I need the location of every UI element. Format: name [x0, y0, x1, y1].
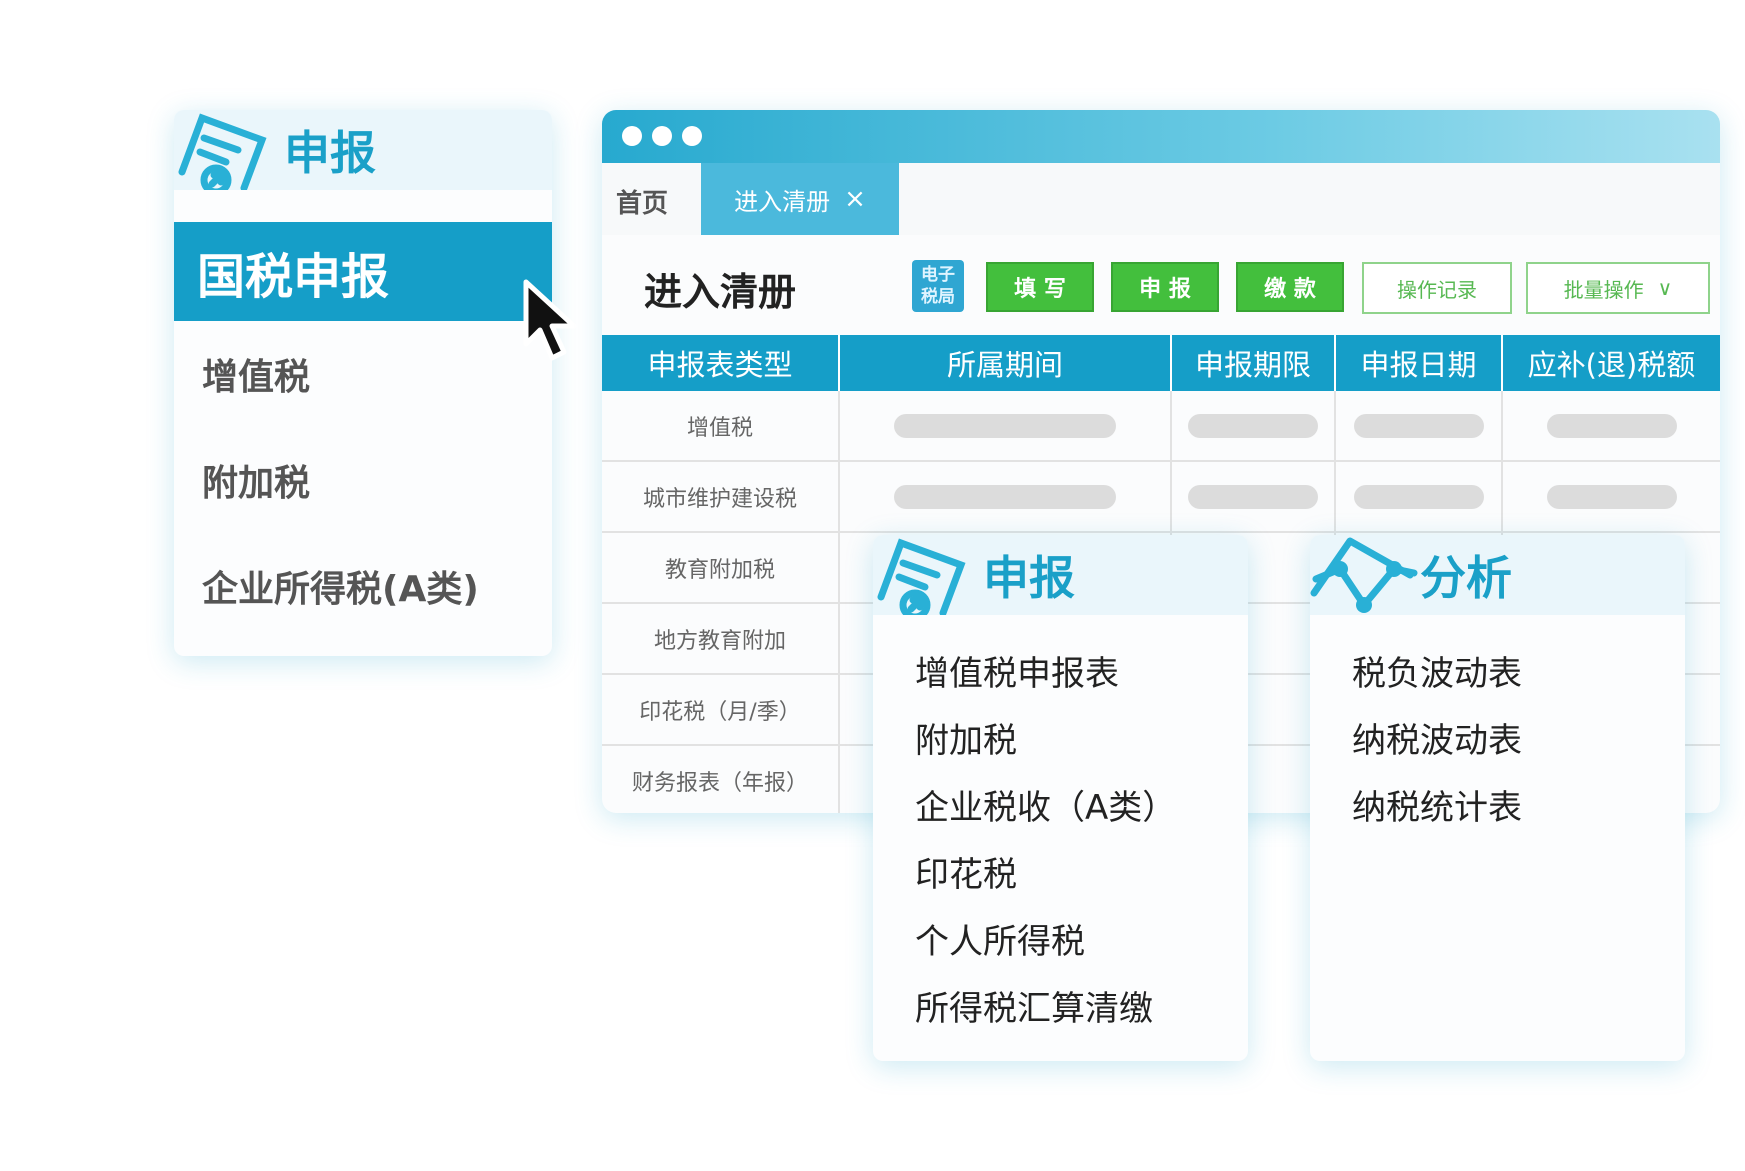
- pay-button[interactable]: 缴 款: [1236, 262, 1344, 312]
- dropdown-item-tax-payment-fluctuation[interactable]: 纳税波动表: [1352, 704, 1685, 771]
- placeholder-cell: [839, 391, 1172, 462]
- analysis-dropdown-list: 税负波动表 纳税波动表 纳税统计表: [1310, 615, 1685, 838]
- placeholder-cell: [1335, 461, 1503, 533]
- window-titlebar: [602, 110, 1720, 163]
- batch-operation-dropdown[interactable]: 批量操作 ∨: [1526, 262, 1710, 314]
- batch-operation-label: 批量操作: [1563, 277, 1644, 302]
- declare-document-icon: [877, 538, 966, 615]
- analysis-chart-icon: [1310, 537, 1418, 613]
- table-row[interactable]: 城市维护建设税: [602, 461, 1720, 533]
- loading-placeholder: [1353, 414, 1484, 438]
- tab-bar: 首页 进入清册 ×: [602, 163, 1720, 235]
- tab-label: 进入清册: [734, 187, 831, 216]
- menu-item-surcharge[interactable]: 附加税: [174, 427, 552, 533]
- declare-dropdown-title: 申报: [983, 551, 1075, 605]
- left-menu-title: 申报: [284, 126, 376, 180]
- loading-placeholder: [1353, 485, 1484, 509]
- table-header-row: 申报表类型 所属期间 申报期限 申报日期 应补(退)税额: [602, 335, 1720, 391]
- loading-placeholder: [1546, 485, 1677, 509]
- column-header: 申报日期: [1335, 335, 1503, 391]
- placeholder-cell: [839, 461, 1172, 533]
- left-menu-card: 申报 国税申报 增值税 附加税 企业所得税(A类): [174, 110, 552, 656]
- analysis-dropdown-header: 分析: [1310, 535, 1685, 615]
- e-tax-bureau-button[interactable]: 电子 税局: [912, 260, 964, 312]
- dropdown-item-tax-statistics[interactable]: 纳税统计表: [1352, 771, 1685, 838]
- menu-item-corporate-income-tax[interactable]: 企业所得税(A类): [174, 533, 552, 639]
- e-tax-label-line1: 电子: [921, 265, 955, 285]
- tab-home[interactable]: 首页: [616, 183, 668, 220]
- column-header: 应补(退)税额: [1502, 335, 1720, 391]
- chevron-down-icon: ∨: [1657, 276, 1673, 300]
- dropdown-item-corporate-tax[interactable]: 企业税收（A类）: [915, 771, 1248, 838]
- close-icon[interactable]: ×: [844, 184, 866, 214]
- mouse-pointer-icon: [523, 279, 577, 361]
- window-dot-icon: [652, 126, 672, 146]
- menu-item-vat[interactable]: 增值税: [174, 321, 552, 427]
- column-header: 申报表类型: [602, 335, 840, 391]
- declare-dropdown-card: 申报 增值税申报表 附加税 企业税收（A类） 印花税 个人所得税 所得税汇算清缴: [873, 535, 1248, 1061]
- placeholder-cell: [1502, 461, 1720, 533]
- declare-document-icon: [178, 113, 267, 190]
- row-type-cell: 城市维护建设税: [602, 461, 840, 533]
- tab-enter-register[interactable]: 进入清册 ×: [701, 163, 899, 235]
- placeholder-cell: [1502, 391, 1720, 462]
- menu-item-national-tax-declare[interactable]: 国税申报: [174, 222, 552, 321]
- column-header: 申报期限: [1171, 335, 1336, 391]
- column-header: 所属期间: [839, 335, 1172, 391]
- loading-placeholder: [894, 414, 1116, 438]
- loading-placeholder: [1188, 485, 1318, 509]
- toolbar: 进入清册 电子 税局 填 写 申 报 缴 款 操作记录 批量操作 ∨: [602, 235, 1720, 335]
- loading-placeholder: [1546, 414, 1677, 438]
- dropdown-item-personal-income-tax[interactable]: 个人所得税: [915, 905, 1248, 972]
- loading-placeholder: [1188, 414, 1318, 438]
- row-type-cell: 印花税（月/季）: [602, 674, 840, 746]
- dropdown-item-vat-return[interactable]: 增值税申报表: [915, 637, 1248, 704]
- fill-button[interactable]: 填 写: [986, 262, 1094, 312]
- dropdown-item-surcharge[interactable]: 附加税: [915, 704, 1248, 771]
- dropdown-item-annual-settlement[interactable]: 所得税汇算清缴: [915, 972, 1248, 1039]
- placeholder-cell: [1171, 391, 1336, 462]
- dropdown-item-tax-burden-fluctuation[interactable]: 税负波动表: [1352, 637, 1685, 704]
- row-type-cell: 增值税: [602, 391, 840, 462]
- declare-dropdown-header: 申报: [873, 535, 1248, 615]
- row-type-cell: 教育附加税: [602, 532, 840, 604]
- e-tax-label-line2: 税局: [921, 287, 955, 307]
- row-type-cell: 地方教育附加: [602, 603, 840, 675]
- window-dot-icon: [622, 126, 642, 146]
- table-row[interactable]: 增值税: [602, 391, 1720, 462]
- loading-placeholder: [894, 485, 1116, 509]
- dropdown-item-stamp-tax[interactable]: 印花税: [915, 838, 1248, 905]
- declare-button[interactable]: 申 报: [1111, 262, 1219, 312]
- placeholder-cell: [1335, 391, 1503, 462]
- page-title: 进入清册: [644, 270, 797, 314]
- operation-log-button[interactable]: 操作记录: [1362, 262, 1512, 314]
- row-type-cell: 财务报表（年报）: [602, 745, 840, 813]
- analysis-dropdown-card: 分析 税负波动表 纳税波动表 纳税统计表: [1310, 535, 1685, 1061]
- analysis-dropdown-title: 分析: [1420, 551, 1512, 605]
- declare-dropdown-list: 增值税申报表 附加税 企业税收（A类） 印花税 个人所得税 所得税汇算清缴: [873, 615, 1248, 1039]
- placeholder-cell: [1171, 461, 1336, 533]
- left-menu-header: 申报: [174, 110, 552, 190]
- window-dot-icon: [682, 126, 702, 146]
